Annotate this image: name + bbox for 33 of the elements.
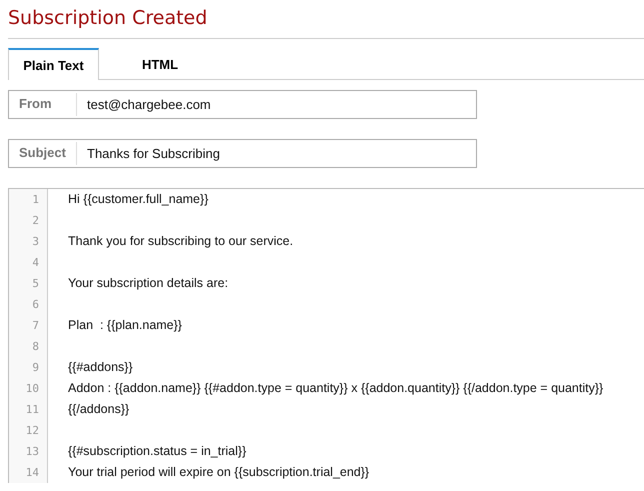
line-number: 8 (31, 339, 40, 355)
field-value: Thanks for Subscribing (86, 146, 220, 161)
line-number: 12 (24, 423, 40, 439)
code-line: {{#subscription.status = in_trial}} (68, 444, 246, 458)
field-label: Subject (9, 142, 77, 165)
line-number: 2 (31, 213, 40, 229)
line-number: 4 (31, 255, 40, 271)
tab[interactable]: Plain Text (8, 48, 99, 80)
code-line: Your subscription details are: (68, 276, 228, 290)
line-number: 14 (24, 465, 40, 481)
input-field[interactable]: Subject Thanks for Subscribing (8, 139, 477, 168)
code-line: Hi {{customer.full_name}} (68, 192, 208, 206)
field-value: test@chargebee.com (86, 97, 211, 112)
field-label: From (9, 93, 77, 116)
line-number: 9 (31, 360, 40, 376)
line-number: 7 (31, 318, 40, 334)
code-line: {{#addons}} (68, 360, 133, 374)
line-number: 1 (31, 192, 40, 208)
code-line: Plan : {{plan.name}} (68, 318, 182, 332)
line-number: 6 (31, 297, 40, 313)
tab[interactable]: HTML (99, 48, 221, 80)
code-line: Your trial period will expire on {{subscription.trial_end}} (68, 465, 370, 479)
input-field[interactable]: From test@chargebee.com (8, 90, 477, 119)
line-number: 5 (31, 276, 40, 292)
code-line: Addon : {{addon.name}} {{#addon.type = quantity}} x {{addon.quantity}} {{/addon.type = quantity}} (68, 381, 604, 395)
page-title: Subscription Created (8, 6, 208, 31)
code-line: {{/addons}} (68, 402, 130, 416)
line-number: 13 (24, 444, 40, 460)
line-number: 10 (24, 381, 40, 397)
code-editor[interactable] (8, 188, 644, 483)
code-line: Thank you for subscribing to our service. (68, 234, 294, 248)
line-number: 11 (24, 402, 40, 418)
line-number: 3 (31, 234, 40, 250)
